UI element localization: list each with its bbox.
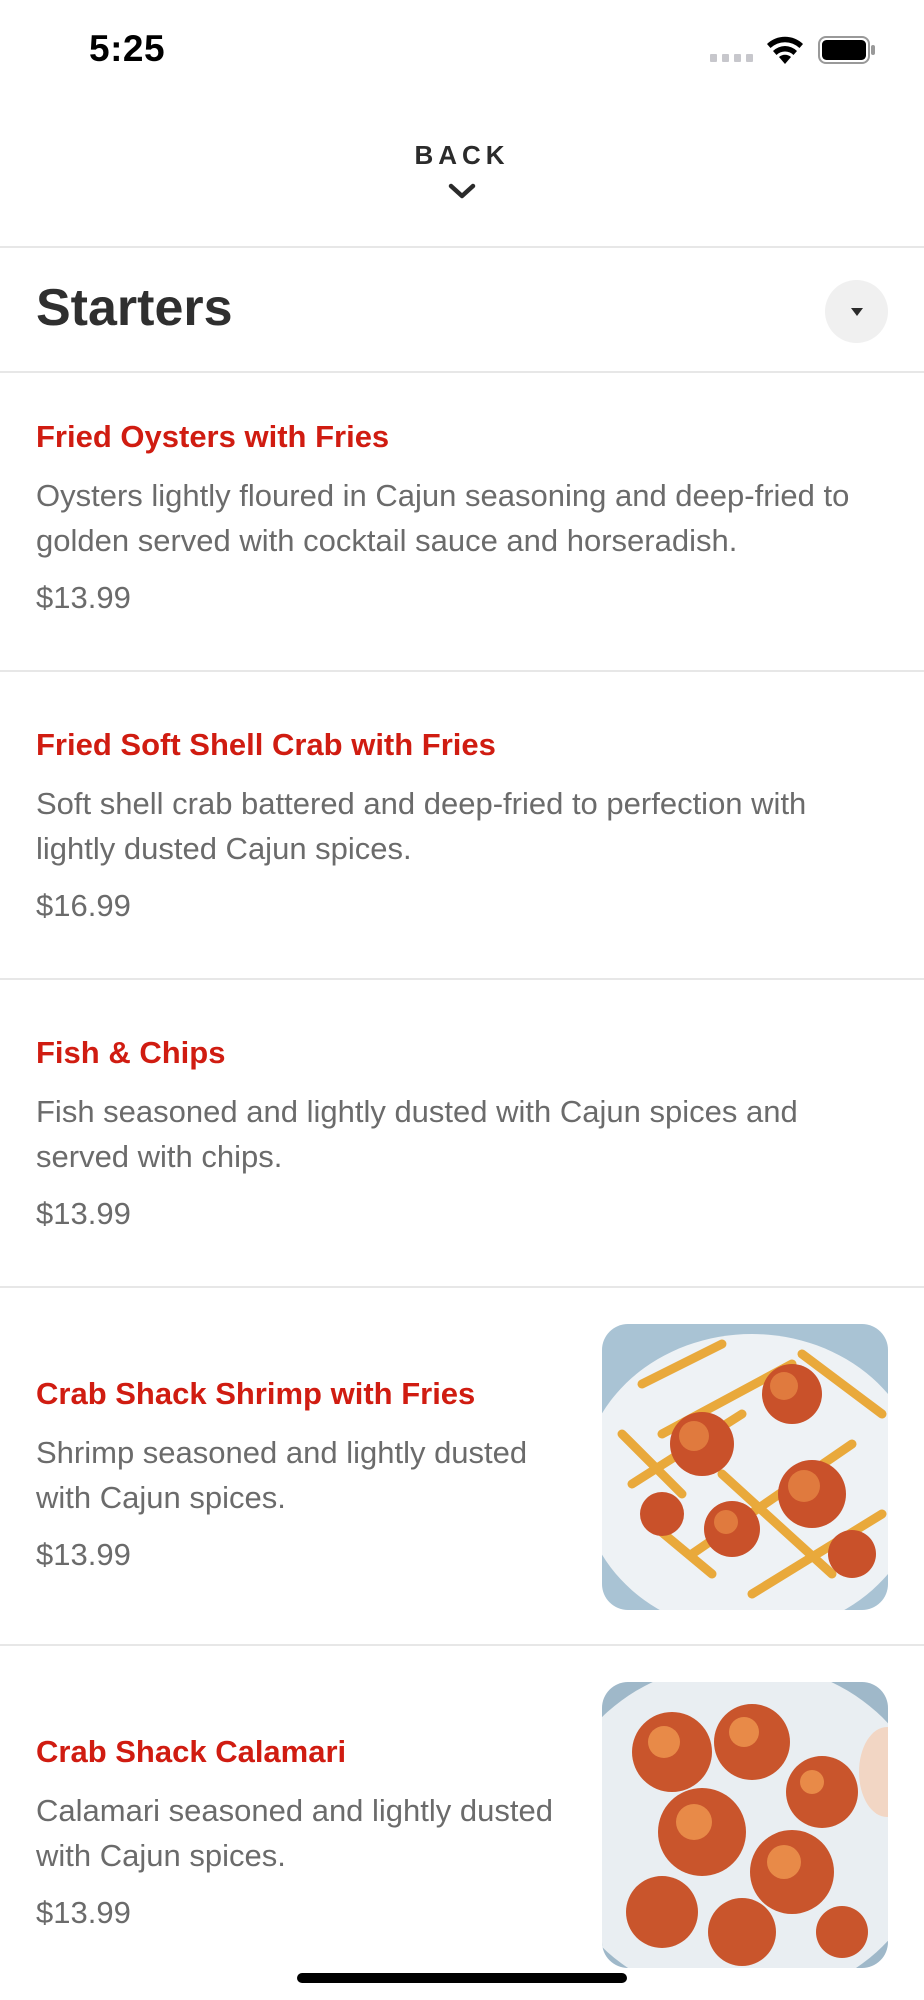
caret-down-icon <box>850 307 863 316</box>
item-price: $16.99 <box>36 888 131 923</box>
item-description: Fish seasoned and lightly dusted with Ca… <box>36 1094 798 1174</box>
menu-item[interactable]: Crab Shack Shrimp with Fries Shrimp seas… <box>0 1288 924 1644</box>
section-title: Starters <box>36 279 233 337</box>
chevron-down-icon <box>448 183 476 199</box>
item-description: Shrimp seasoned and lightly dusted with … <box>36 1435 528 1515</box>
item-name: Crab Shack Shrimp with Fries <box>36 1376 476 1411</box>
divider <box>0 246 924 248</box>
item-price: $13.99 <box>36 1537 131 1572</box>
item-price: $13.99 <box>36 1196 131 1231</box>
shrimp-fries-photo <box>602 1324 888 1610</box>
battery-icon <box>818 36 875 64</box>
item-name: Crab Shack Calamari <box>36 1734 347 1769</box>
back-label: BACK <box>414 140 510 170</box>
wifi-icon <box>767 36 803 64</box>
status-bar: 5:25 <box>0 0 924 100</box>
item-description: Oysters lightly floured in Cajun seasoni… <box>36 478 850 558</box>
item-description: Calamari seasoned and lightly dusted wit… <box>36 1793 553 1873</box>
item-price: $13.99 <box>36 1895 131 1930</box>
item-description: Soft shell crab battered and deep-fried … <box>36 786 807 866</box>
section-toggle-button[interactable] <box>825 280 888 343</box>
menu-item[interactable]: Fish & Chips Fish seasoned and lightly d… <box>0 980 924 1286</box>
item-name: Fish & Chips <box>36 1035 226 1070</box>
home-indicator <box>297 1973 627 1983</box>
menu-item[interactable]: Crab Shack Calamari Calamari seasoned an… <box>0 1646 924 2000</box>
item-price: $13.99 <box>36 580 131 615</box>
status-time: 5:25 <box>89 28 166 69</box>
menu-item[interactable]: Fried Soft Shell Crab with Fries Soft sh… <box>0 672 924 978</box>
calamari-photo <box>602 1682 888 1968</box>
cellular-signal-icon <box>710 54 753 62</box>
item-name: Fried Oysters with Fries <box>36 419 390 454</box>
back-button[interactable]: BACK <box>0 130 924 220</box>
menu-item[interactable]: Fried Oysters with Fries Oysters lightly… <box>0 372 924 670</box>
item-name: Fried Soft Shell Crab with Fries <box>36 727 496 762</box>
section-header: Starters <box>0 250 924 370</box>
